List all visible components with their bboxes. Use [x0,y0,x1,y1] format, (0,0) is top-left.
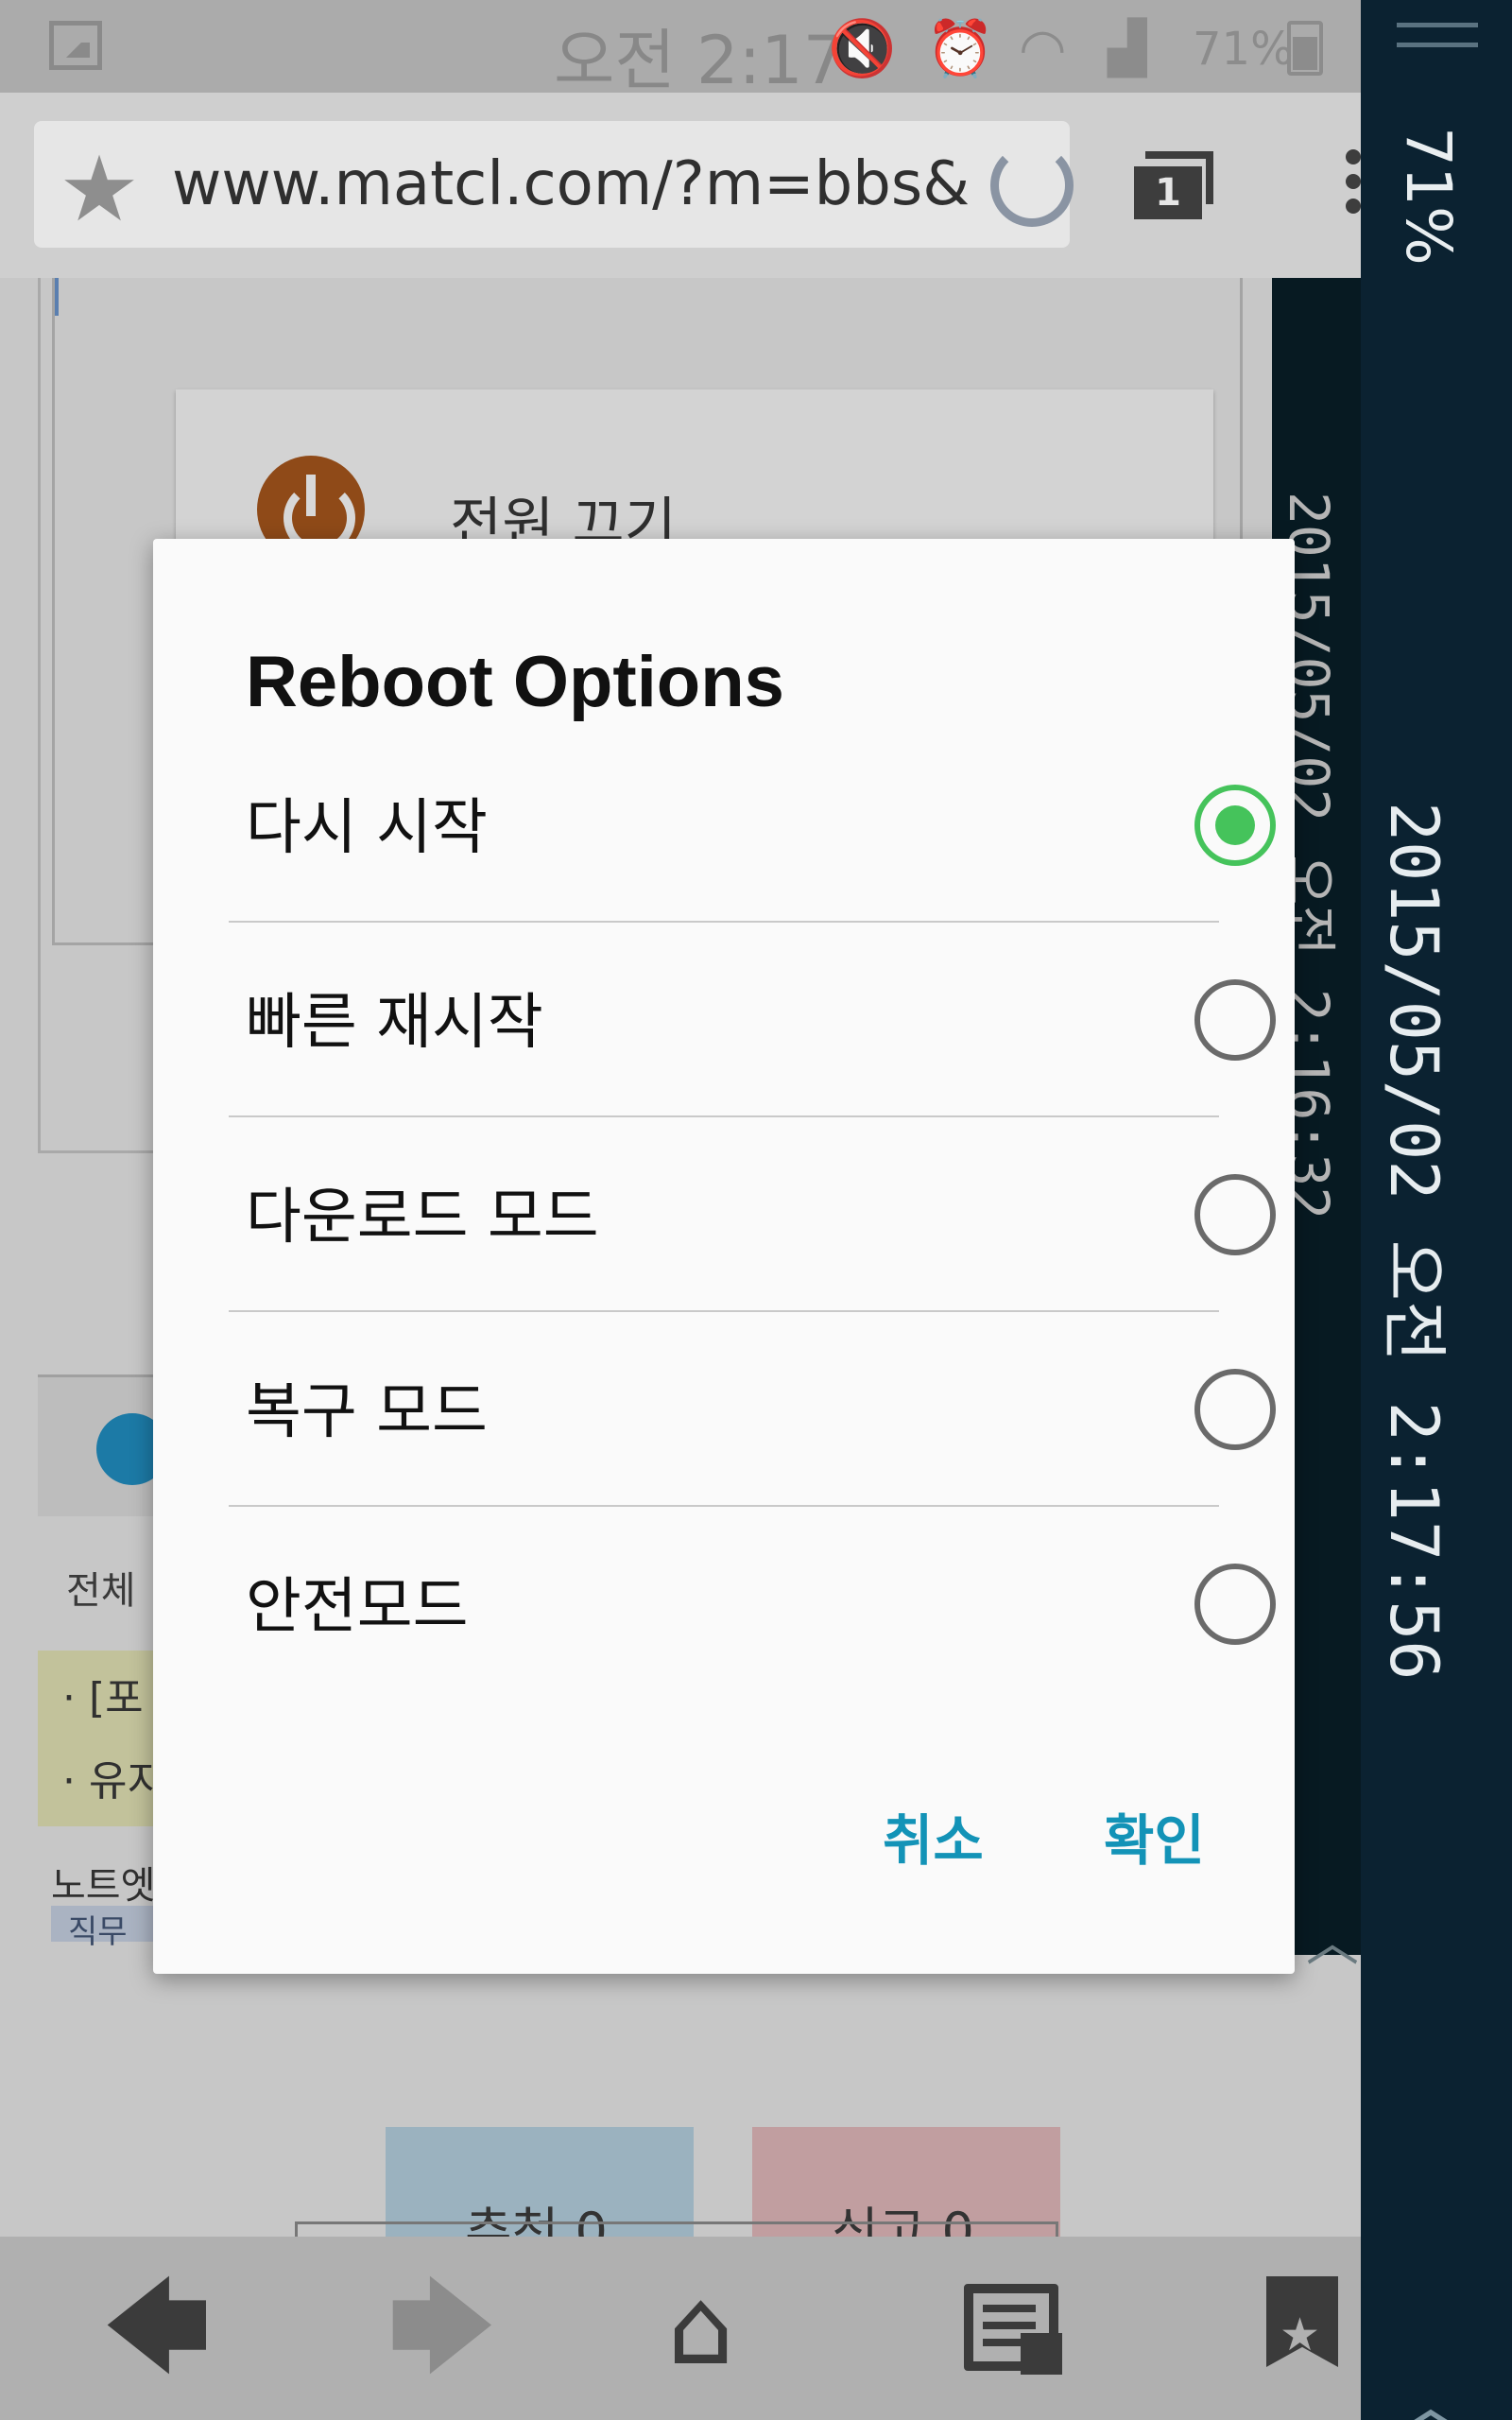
star-icon[interactable]: ★ [59,144,140,234]
url-text[interactable]: www.matcl.com/?m=bbs& [172,149,968,219]
radio-selected-icon[interactable] [1194,785,1276,866]
chevron-up-icon: ︿ [1306,1912,1359,1974]
drag-handle-icon[interactable] [1397,23,1478,47]
signal-icon: ▟ [1108,18,1147,78]
forward-icon[interactable]: 🡆 [387,2274,497,2380]
reader-icon[interactable] [964,2284,1062,2375]
home-icon[interactable]: ⌂ [667,2274,734,2380]
list-item[interactable]: · 유지 [62,1747,165,1807]
text-cursor [55,278,59,316]
menu-icon[interactable] [1346,149,1361,225]
tab-count: 1 [1134,166,1202,219]
radio-icon[interactable] [1194,1174,1276,1255]
status-time: 오전 2:17 [554,22,846,99]
option-label: 빠른 재시작 [246,988,543,1058]
radio-icon[interactable] [1194,979,1276,1061]
vote-frame [295,2221,1058,2237]
reload-icon[interactable] [990,144,1074,227]
notification-timestamp: 2015/05/02 오전 2:17:56 [1375,802,1452,1681]
radio-icon[interactable] [1194,1369,1276,1450]
browser-bottom-bar: 🡄 🡆 ⌂ [0,2237,1361,2420]
option-restart[interactable]: 다시 시작 [229,728,1276,923]
option-label: 복구 모드 [246,1377,488,1447]
option-label: 다운로드 모드 [246,1183,599,1253]
option-safe-mode[interactable]: 안전모드 [229,1507,1276,1702]
option-label: 다시 시작 [246,793,488,863]
radio-icon[interactable] [1194,1564,1276,1645]
screenshot-timestamp: 2015/05/02 오전 2:16:32 [1277,492,1341,1220]
gallery-icon [49,21,102,70]
option-recovery-mode[interactable]: 복구 모드 [229,1312,1276,1507]
tabs-icon[interactable]: 1 [1134,151,1213,219]
status-bar: 오전 2:17 🔇 ⏰ ◠ ▟ 71% [0,0,1361,99]
cancel-button[interactable]: 취소 [883,1796,984,1876]
bookmark-icon[interactable] [1266,2276,1338,2367]
battery-icon [1287,21,1323,76]
mute-icon: 🔇 [828,16,897,80]
status-battery-text: 71% [1193,23,1294,76]
note-label: 노트엣 [51,1864,156,1908]
option-download-mode[interactable]: 다운로드 모드 [229,1117,1276,1312]
address-bar[interactable]: ★ www.matcl.com/?m=bbs& [34,121,1074,248]
all-tab[interactable]: 전체 [66,1560,136,1615]
alarm-icon: ⏰ [926,16,995,80]
list-item[interactable]: · [포 [62,1664,144,1724]
confirm-button[interactable]: 확인 [1104,1796,1205,1876]
job-badge: 직무 [51,1906,155,1951]
back-icon[interactable]: 🡄 [102,2274,212,2380]
option-label: 안전모드 [246,1572,469,1642]
wifi-icon: ◠ [1019,16,1067,80]
notification-battery: 71% [1392,127,1465,266]
browser-toolbar: ★ www.matcl.com/?m=bbs& 1 [0,93,1361,278]
option-quick-restart[interactable]: 빠른 재시작 [229,923,1276,1117]
chevron-up-icon[interactable]: ︿ [1393,2344,1469,2420]
reboot-options-list: 다시 시작 빠른 재시작 다운로드 모드 복구 모드 안전모드 취소 확인 [153,539,1295,1974]
